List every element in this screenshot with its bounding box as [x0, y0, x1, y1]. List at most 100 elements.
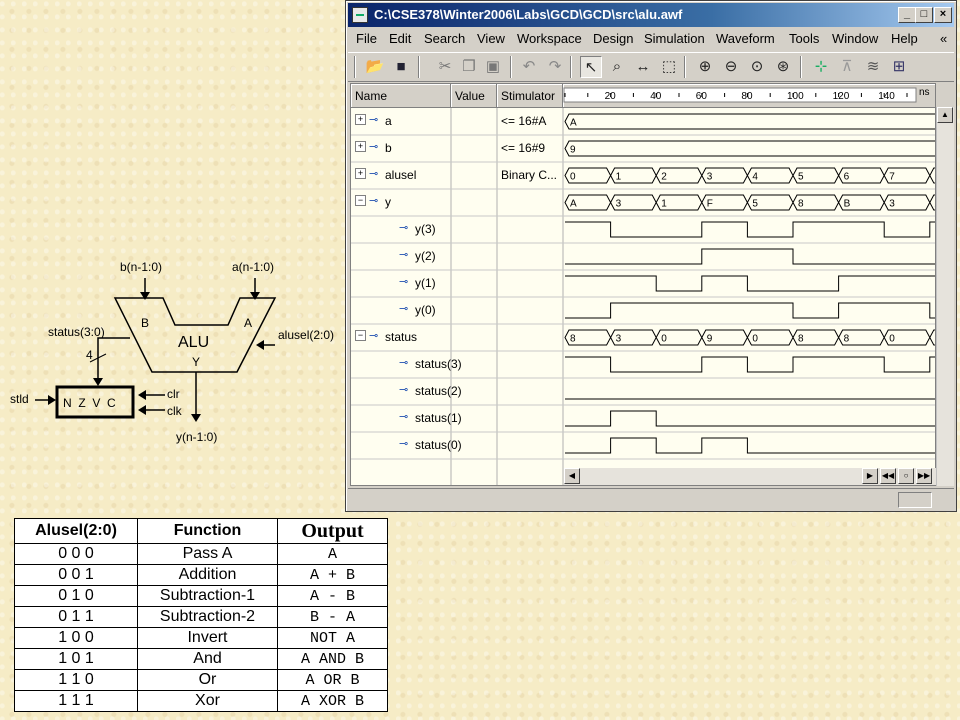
bus-value-label: A [570, 199, 577, 210]
zoom-out-icon[interactable]: ⊖ [720, 56, 742, 78]
function-cell: And [137, 648, 278, 670]
clr-label: clr [167, 387, 180, 401]
menu-bar: File Edit Search View Workspace Design S… [348, 28, 954, 50]
menu-tools[interactable]: Tools [789, 31, 819, 46]
zoom-range-icon[interactable]: ⊛ [772, 56, 794, 78]
remove-signal-icon[interactable]: ⊼ [836, 56, 858, 78]
signal-name[interactable]: a [385, 114, 392, 128]
collapse-icon[interactable]: − [355, 195, 366, 206]
add-signal-icon[interactable]: ⊹ [810, 56, 832, 78]
save-icon[interactable]: ■ [390, 56, 412, 78]
expand-icon[interactable]: + [355, 114, 366, 125]
maximize-button[interactable]: □ [915, 7, 933, 23]
zoom-fit-icon[interactable]: ⊙ [746, 56, 768, 78]
bus-value-label: 1 [661, 199, 667, 210]
page-right-icon[interactable]: ▶▶ [916, 468, 932, 484]
signal-name[interactable]: y(1) [415, 276, 436, 290]
signal-name[interactable]: y(2) [415, 249, 436, 263]
menu-file[interactable]: File [356, 31, 377, 46]
signal-name[interactable]: status [385, 330, 417, 344]
ruler-tick-label: 20 [605, 91, 617, 102]
menu-search[interactable]: Search [424, 31, 465, 46]
menu-help[interactable]: Help [891, 31, 918, 46]
signal-name[interactable]: alusel [385, 168, 416, 182]
undo-icon[interactable]: ↶ [518, 56, 540, 78]
signal-name[interactable]: status(0) [415, 438, 462, 452]
bus-value-label: 9 [570, 145, 576, 156]
menu-overflow-icon[interactable]: « [940, 31, 947, 46]
window-title: C:\CSE378\Winter2006\Labs\GCD\GCD\src\al… [374, 7, 683, 22]
bit-waveform [565, 437, 935, 454]
time-ruler[interactable]: 20 40 60 80 100 120 140 ns [563, 84, 935, 108]
menu-design[interactable]: Design [593, 31, 633, 46]
signal-name[interactable]: y(0) [415, 303, 436, 317]
bus-width-label: 4 [86, 348, 93, 362]
measure-icon[interactable]: ↔ [632, 56, 654, 78]
scroll-right-icon[interactable]: ▶ [862, 468, 878, 484]
scroll-left-icon[interactable]: ◀ [564, 468, 580, 484]
bus-value-label: 2 [661, 172, 667, 183]
menu-edit[interactable]: Edit [389, 31, 411, 46]
bit-waveform [565, 356, 935, 373]
title-bar[interactable]: C:\CSE378\Winter2006\Labs\GCD\GCD\src\al… [348, 3, 954, 27]
alu-label: ALU [178, 334, 210, 351]
close-button[interactable]: × [934, 7, 952, 23]
alusel-cell: 1 0 1 [14, 648, 138, 670]
ruler-tick-label: 120 [833, 91, 850, 102]
select-icon[interactable]: ⬚ [658, 56, 680, 78]
open-icon[interactable]: 📂 [364, 56, 386, 78]
alusel-label: alusel(2:0) [278, 328, 335, 342]
signal-name[interactable]: b [385, 141, 392, 155]
signal-name[interactable]: y [385, 195, 391, 209]
pointer-icon[interactable]: ↖ [580, 56, 602, 78]
bus-value-label: 0 [752, 334, 758, 345]
center-icon[interactable]: ○ [898, 468, 914, 484]
output-cell: NOT A [277, 627, 388, 649]
horizontal-scrollbar[interactable]: ◀ ▶ ◀◀ ○ ▶▶ [564, 468, 936, 485]
zoom-in-icon[interactable]: ⊕ [694, 56, 716, 78]
menu-view[interactable]: View [477, 31, 505, 46]
signal-name[interactable]: status(1) [415, 411, 462, 425]
signal-name[interactable]: status(3) [415, 357, 462, 371]
column-header-value[interactable]: Value [451, 84, 497, 108]
table-row: 1 1 1 Xor A XOR B [14, 690, 388, 712]
menu-window[interactable]: Window [832, 31, 878, 46]
vertical-scrollbar[interactable]: ▲ [936, 107, 954, 486]
signal-name[interactable]: y(3) [415, 222, 436, 236]
find-icon[interactable]: ⊞ [888, 56, 910, 78]
alu-diagram-lines [35, 278, 277, 422]
ruler-tick-label: 140 [878, 91, 895, 102]
alu-function-table: Alusel(2:0) Function Output 0 0 0 Pass AA… [14, 518, 388, 712]
waveform-window: C:\CSE378\Winter2006\Labs\GCD\GCD\src\al… [345, 0, 957, 512]
cut-icon[interactable]: ✂ [434, 56, 456, 78]
copy-icon[interactable]: ❐ [458, 56, 480, 78]
minimize-button[interactable]: _ [898, 7, 916, 23]
compare-icon[interactable]: ≋ [862, 56, 884, 78]
expand-icon[interactable]: + [355, 141, 366, 152]
menu-simulation[interactable]: Simulation [644, 31, 705, 46]
table-row: 0 0 1 Addition A + B [14, 564, 388, 586]
column-header-name[interactable]: Name [351, 84, 451, 108]
signal-name[interactable]: status(2) [415, 384, 462, 398]
column-header-stimulator[interactable]: Stimulator [497, 84, 563, 108]
a-input-label: a(n-1:0) [232, 260, 275, 274]
page-left-icon[interactable]: ◀◀ [880, 468, 896, 484]
menu-workspace[interactable]: Workspace [517, 31, 582, 46]
bus-value-label: 5 [752, 199, 758, 210]
scroll-up-icon[interactable]: ▲ [937, 107, 953, 123]
zoom-icon[interactable]: ⌕ [606, 56, 628, 78]
toolbar-separator [800, 56, 802, 78]
alusel-cell: 0 1 1 [14, 606, 138, 628]
menu-waveform[interactable]: Waveform [716, 31, 775, 46]
signal-stimulator: <= 16#A [501, 114, 547, 128]
collapse-icon[interactable]: − [355, 330, 366, 341]
expand-icon[interactable]: + [355, 168, 366, 179]
bus-value-label: 3 [889, 199, 895, 210]
ruler-tick-label: 100 [787, 91, 804, 102]
alu-block-diagram: b(n-1:0) a(n-1:0) B A ALU Y status(3:0) … [0, 250, 345, 450]
function-cell: Subtraction-1 [137, 585, 278, 607]
paste-icon[interactable]: ▣ [482, 56, 504, 78]
bus-value-label: F [707, 199, 713, 210]
bus-value-label: 8 [844, 334, 850, 345]
redo-icon[interactable]: ↷ [544, 56, 566, 78]
